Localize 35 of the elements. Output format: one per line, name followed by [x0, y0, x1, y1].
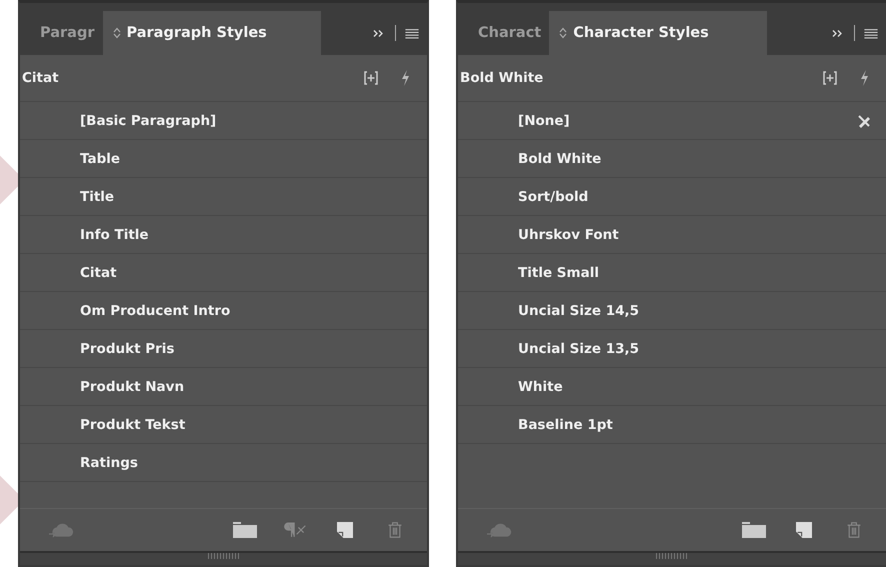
sort-arrows-icon [559, 27, 568, 39]
style-list-item[interactable]: [None] [518, 112, 856, 128]
style-list-item[interactable]: Produkt Tekst [80, 416, 414, 432]
panel-tab[interactable]: Paragraph Styles [102, 11, 320, 55]
new-style-bracket-icon[interactable] [822, 69, 838, 87]
style-list-item[interactable]: Uncial Size 14,5 [518, 302, 872, 318]
current-style-name: Bold White [460, 70, 544, 86]
new-style-bracket-icon[interactable] [363, 69, 380, 87]
panel-tab[interactable]: Paragr [34, 11, 102, 55]
style-list-item[interactable]: Om Producent Intro [80, 302, 414, 318]
style-list-item[interactable]: Uncial Size 13,5 [518, 340, 872, 356]
style-list-item[interactable]: Info Title [80, 226, 414, 242]
sort-arrows-icon [112, 27, 120, 39]
current-style-name: Citat [22, 70, 59, 86]
folder-icon[interactable] [233, 522, 258, 538]
style-list-item[interactable]: Sort/bold [518, 188, 872, 204]
resize-grip-icon[interactable] [656, 553, 688, 559]
panel-tab[interactable]: Charact [472, 11, 550, 55]
folder-icon[interactable] [742, 522, 766, 538]
style-list-item[interactable]: Produkt Navn [80, 378, 414, 394]
panel-tab[interactable]: Character Styles [549, 11, 768, 55]
style-list-item[interactable]: Title [80, 188, 414, 204]
menu-icon[interactable] [864, 28, 878, 38]
style-list-item[interactable]: Bold White [518, 150, 872, 166]
style-list-item[interactable]: Citat [80, 264, 414, 280]
style-list-item[interactable]: Title Small [518, 264, 872, 280]
style-list-item[interactable]: Ratings [80, 454, 414, 470]
menu-icon[interactable] [405, 28, 420, 38]
style-list-item[interactable]: Produkt Pris [80, 340, 414, 356]
resize-grip-icon[interactable] [208, 553, 240, 559]
style-list-item[interactable]: Uhrskov Font [518, 226, 872, 242]
style-list-item[interactable]: Baseline 1pt [518, 416, 872, 432]
style-list-item[interactable]: White [518, 378, 872, 394]
style-list-item[interactable]: [Basic Paragraph] [80, 112, 414, 128]
style-list-item[interactable]: Table [80, 150, 414, 166]
